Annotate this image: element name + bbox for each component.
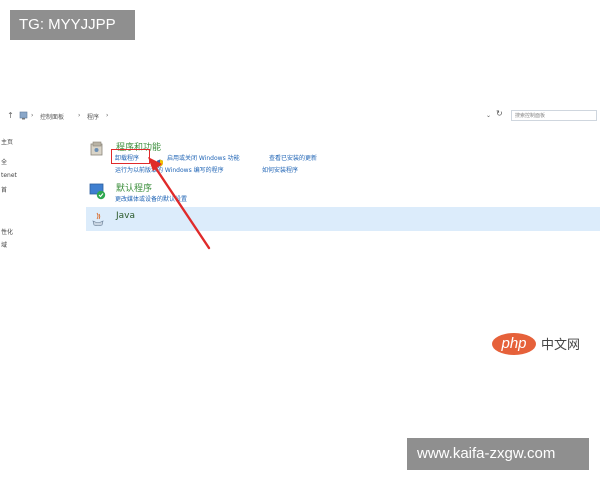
annotation-arrow — [148, 157, 211, 250]
php-logo-text: 中文网 — [541, 338, 581, 353]
php-logo: php — [492, 333, 536, 355]
